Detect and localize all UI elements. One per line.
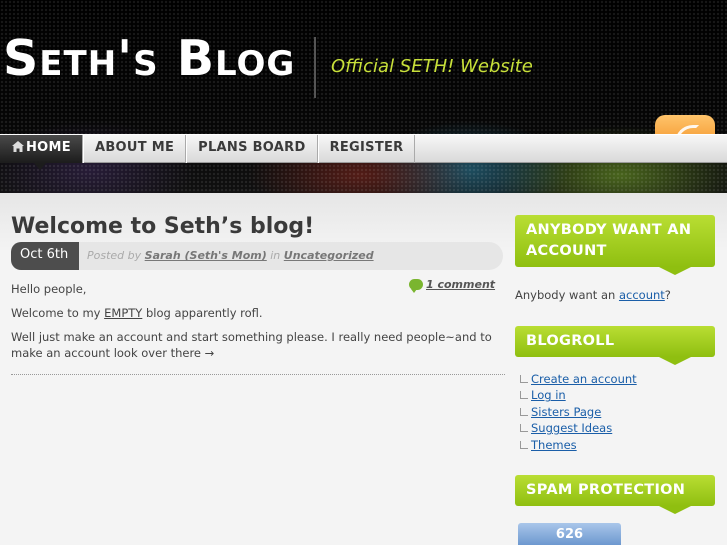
home-icon	[12, 141, 24, 152]
widget-heading-blogroll: BLOGROLL	[515, 326, 715, 365]
post-title[interactable]: Welcome to Seth’s blog!	[11, 214, 314, 239]
author-link[interactable]: Sarah (Seth's Mom)	[145, 249, 267, 262]
list-item: Create an account	[520, 371, 637, 387]
site-header: Seth's Blog Official SETH! Website HOME …	[0, 0, 727, 193]
category-link[interactable]: Uncategorized	[284, 249, 374, 262]
account-prompt: Anybody want an	[515, 288, 616, 302]
list-item: Log in	[520, 387, 637, 403]
blogroll-link-themes[interactable]: Themes	[531, 438, 577, 452]
blogroll-list: Create an account Log in Sisters Page Su…	[520, 371, 637, 453]
post-divider	[11, 374, 505, 375]
nav-plans-board[interactable]: PLANS BOARD	[186, 135, 318, 163]
spam-counter-badge[interactable]: 626	[518, 523, 621, 545]
nav-register[interactable]: REGISTER	[317, 135, 416, 163]
list-item: Sisters Page	[520, 404, 637, 420]
account-link[interactable]: account	[619, 288, 665, 302]
nav-home[interactable]: HOME	[0, 135, 83, 170]
posted-by-label: Posted by	[87, 249, 142, 262]
account-widget-text: Anybody want an account?	[515, 288, 671, 302]
nav-home-label: HOME	[26, 140, 71, 155]
post-paragraph: Hello people,	[11, 282, 87, 296]
blogroll-link-create-account[interactable]: Create an account	[531, 372, 637, 386]
site-title[interactable]: Seth's Blog	[3, 34, 295, 83]
emphasis-text: EMPTY	[104, 306, 143, 320]
post-meta: Posted by Sarah (Seth's Mom) in Uncatego…	[87, 249, 374, 262]
blogroll-link-suggest-ideas[interactable]: Suggest Ideas	[531, 421, 612, 435]
widget-heading-spam: SPAM PROTECTION	[515, 475, 715, 514]
blogroll-link-sisters-page[interactable]: Sisters Page	[531, 405, 601, 419]
post-date-badge: Oct 6th	[11, 242, 79, 270]
blogroll-link-log-in[interactable]: Log in	[531, 388, 566, 402]
site-tagline: Official SETH! Website	[331, 56, 533, 77]
in-label: in	[270, 249, 281, 262]
widget-heading-account: ANYBODY WANT AN ACCOUNT	[515, 215, 715, 275]
paragraph-text: blog apparently rofl.	[145, 306, 263, 320]
main-nav: HOME ABOUT ME PLANS BOARD REGISTER	[0, 134, 727, 170]
list-item: Suggest Ideas	[520, 420, 637, 436]
account-question-mark: ?	[664, 288, 671, 302]
title-divider	[314, 37, 316, 98]
header-texture	[0, 0, 727, 193]
post-paragraph: Well just make an account and start some…	[11, 330, 492, 360]
post-paragraph: Welcome to my EMPTY blog apparently rofl…	[11, 305, 503, 321]
paragraph-text: Welcome to my	[11, 306, 101, 320]
list-item: Themes	[520, 437, 637, 453]
post-body: Hello people, Welcome to my EMPTY blog a…	[11, 281, 503, 369]
nav-about-me[interactable]: ABOUT ME	[82, 135, 187, 163]
